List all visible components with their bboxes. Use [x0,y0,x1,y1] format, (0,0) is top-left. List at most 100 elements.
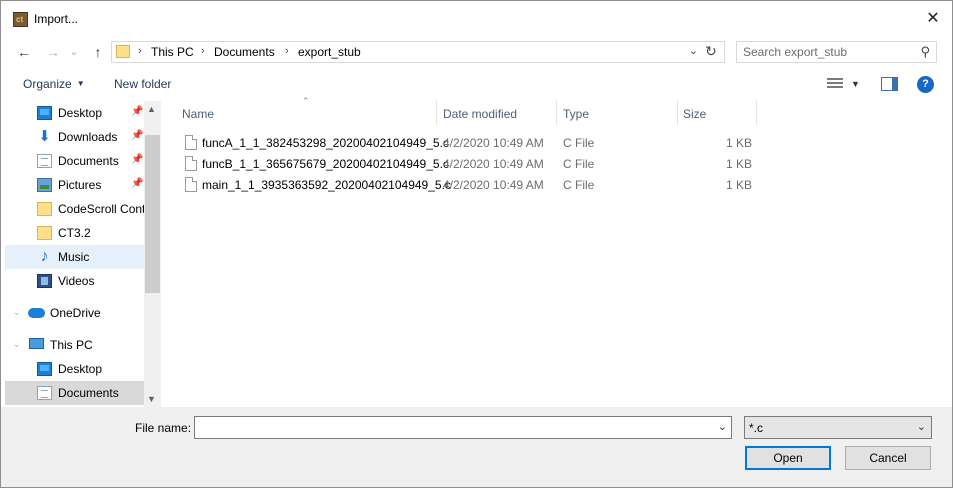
documents-icon [37,386,52,400]
breadcrumb-separator[interactable]: › [138,45,142,57]
column-header-size[interactable]: Size [683,101,706,125]
scrollbar-thumb[interactable] [145,135,160,293]
sidebar-item-label: Desktop [58,362,103,376]
file-type-filter-select[interactable]: *.c ⌄ [744,416,932,439]
scroll-down-icon[interactable]: ▼ [147,394,156,404]
organize-button[interactable]: Organize ▼ [23,77,85,91]
sort-ascending-icon: ⌃ [302,96,310,106]
sidebar-item-onedrive[interactable]: ⌄ OneDrive [5,301,145,325]
pin-icon[interactable]: 📌 [131,130,143,141]
chevron-down-icon[interactable]: ⌄ [917,420,926,433]
breadcrumb-separator[interactable]: › [285,45,289,57]
file-type: C File [563,178,595,192]
pin-icon[interactable]: 📌 [131,154,143,165]
window-title: Import... [34,12,79,26]
file-type: C File [563,136,595,150]
help-icon[interactable]: ? [917,76,934,93]
navigation-scrollbar[interactable]: ▲ ▼ [144,101,161,407]
file-size: 1 KB [726,157,753,171]
chevron-down-icon[interactable]: ⌄ [718,420,727,433]
column-header-name[interactable]: Name [182,101,214,125]
close-button[interactable]: ✕ [922,10,944,28]
sidebar-item-label: Documents [58,154,119,168]
column-header-date-modified[interactable]: Date modified [443,101,517,125]
file-row[interactable]: main_1_1_3935363592_20200402104949_5.c 4… [181,174,759,195]
sidebar-item-codescroll[interactable]: CodeScroll Cont [5,197,145,221]
file-date: 4/2/2020 10:49 AM [443,157,544,171]
breadcrumb-documents[interactable]: Documents [214,45,275,59]
import-dialog: Import... ✕ ← → ⌄ ↑ › This PC › Document… [0,0,953,488]
sidebar-item-downloads[interactable]: ⬇ Downloads 📌 [5,125,145,149]
forward-button[interactable]: → [42,39,64,65]
back-button[interactable]: ← [13,39,35,65]
file-name: funcA_1_1_382453298_20200402104949_5.c [202,136,449,150]
sidebar-item-pc-documents[interactable]: Documents [5,381,145,405]
c-file-icon [185,156,197,171]
recent-locations-button[interactable]: ⌄ [63,39,85,65]
file-type-filter-value: *.c [749,421,764,435]
column-header-type[interactable]: Type [563,101,589,125]
search-icon[interactable]: ⚲ [920,44,930,60]
file-size: 1 KB [726,136,753,150]
sidebar-item-label: CT3.2 [58,226,91,240]
up-button[interactable]: ↑ [87,39,109,65]
file-date: 4/2/2020 10:49 AM [443,178,544,192]
pin-icon[interactable]: 📌 [131,106,143,117]
sidebar-item-pictures[interactable]: Pictures 📌 [5,173,145,197]
column-divider[interactable] [677,101,678,125]
desktop-icon [37,106,52,120]
file-name-input[interactable] [198,420,708,435]
file-name: main_1_1_3935363592_20200402104949_5.c [202,178,451,192]
search-input[interactable] [743,44,908,60]
folder-icon [37,202,52,216]
sidebar-item-label: Pictures [58,178,102,192]
breadcrumb-this-pc[interactable]: This PC [151,45,194,59]
sidebar-item-desktop[interactable]: Desktop 📌 [5,101,145,125]
search-box[interactable]: ⚲ [736,41,937,63]
sidebar-item-label: Music [58,250,90,264]
file-size: 1 KB [726,178,753,192]
videos-icon [37,274,52,288]
file-row[interactable]: funcB_1_1_365675679_20200402104949_5.c 4… [181,153,759,174]
pin-icon[interactable]: 📌 [131,178,143,189]
navigation-pane: Desktop 📌 ⬇ Downloads 📌 Documents 📌 Pict… [5,101,161,407]
column-divider[interactable] [756,101,757,125]
preview-pane-icon[interactable] [881,77,898,91]
view-options-icon[interactable] [827,78,843,90]
sidebar-item-label: Videos [58,274,95,288]
chevron-down-icon: ▼ [76,79,85,88]
file-list: ⌃ Name Date modified Type Size funcA_1_1… [161,96,949,407]
sidebar-item-label: Desktop [58,106,103,120]
command-toolbar: Organize ▼ New folder ▼ ? [1,69,952,101]
column-divider[interactable] [436,101,437,125]
address-bar[interactable]: › This PC › Documents › export_stub ⌄ ↻ [111,41,725,63]
open-button[interactable]: Open [745,446,831,470]
sidebar-item-this-pc[interactable]: ⌄ This PC [5,333,145,357]
sidebar-item-documents[interactable]: Documents 📌 [5,149,145,173]
folder-icon [116,45,130,58]
music-icon: ♪ [40,248,49,265]
breadcrumb-export-stub[interactable]: export_stub [298,45,361,59]
title-bar: Import... ✕ [1,1,952,35]
sidebar-item-ct32[interactable]: CT3.2 [5,221,145,245]
breadcrumb-separator[interactable]: › [201,45,205,57]
refresh-icon[interactable]: ↻ [702,43,720,61]
cancel-button[interactable]: Cancel [845,446,931,470]
file-row[interactable]: funcA_1_1_382453298_20200402104949_5.c 4… [181,132,759,153]
bottom-panel: File name: ⌄ *.c ⌄ Open Cancel [1,407,952,487]
sidebar-item-music[interactable]: ♪ Music [5,245,145,269]
expand-arrow-icon[interactable]: ⌄ [13,307,21,318]
this-pc-icon [29,338,44,349]
folder-icon [37,226,52,240]
new-folder-button[interactable]: New folder [114,77,171,91]
sidebar-item-label: Downloads [58,130,118,144]
chevron-down-icon[interactable]: ⌄ [689,44,698,57]
sidebar-item-videos[interactable]: Videos [5,269,145,293]
pictures-icon [37,178,52,192]
scroll-up-icon[interactable]: ▲ [147,104,156,114]
expand-arrow-icon[interactable]: ⌄ [13,339,21,350]
chevron-down-icon[interactable]: ▼ [851,79,860,89]
sidebar-item-pc-desktop[interactable]: Desktop [5,357,145,381]
file-name-combobox[interactable]: ⌄ [194,416,732,439]
column-divider[interactable] [556,101,557,125]
